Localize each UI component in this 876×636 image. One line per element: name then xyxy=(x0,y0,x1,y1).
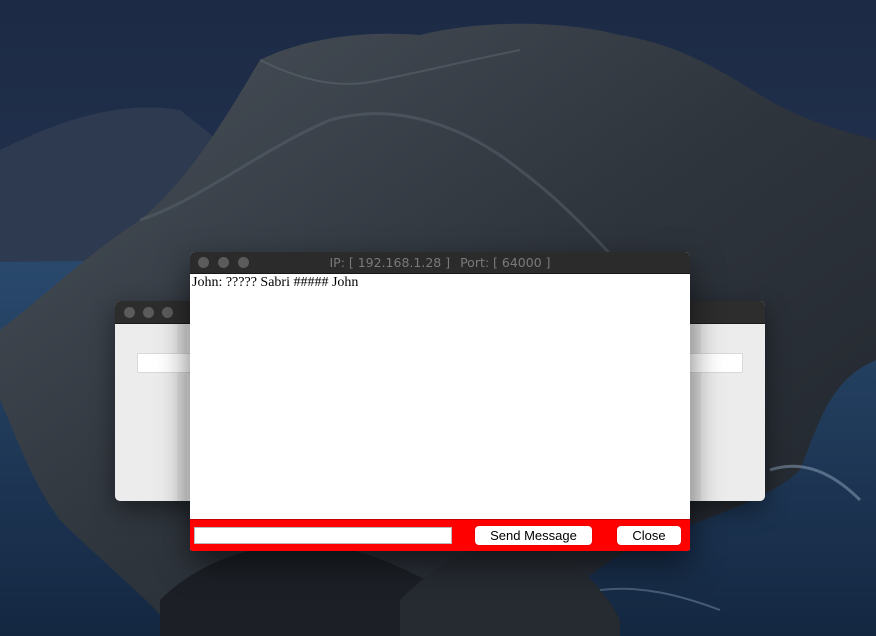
chat-history[interactable]: John: ????? Sabri ##### John xyxy=(190,274,690,519)
zoom-icon[interactable] xyxy=(162,307,173,318)
chat-message: John: ????? Sabri ##### John xyxy=(192,275,359,290)
background-text-field-left[interactable] xyxy=(137,353,191,373)
close-button[interactable]: Close xyxy=(617,526,681,545)
message-bar: Send Message Close xyxy=(190,519,690,551)
title-port: Port: [ 64000 ] xyxy=(460,255,551,270)
background-text-field-right[interactable] xyxy=(689,353,743,373)
chat-window-titlebar[interactable]: IP: [ 192.168.1.28 ] Port: [ 64000 ] xyxy=(190,252,690,274)
background-divider-left xyxy=(177,324,187,501)
message-input[interactable] xyxy=(194,527,452,544)
minimize-icon[interactable] xyxy=(143,307,154,318)
title-ip: IP: [ 192.168.1.28 ] xyxy=(329,255,451,270)
close-icon[interactable] xyxy=(124,307,135,318)
window-title: IP: [ 192.168.1.28 ] Port: [ 64000 ] xyxy=(190,252,690,273)
chat-window: IP: [ 192.168.1.28 ] Port: [ 64000 ] John… xyxy=(190,252,690,551)
background-divider-right xyxy=(691,324,701,501)
send-message-button[interactable]: Send Message xyxy=(475,526,592,545)
